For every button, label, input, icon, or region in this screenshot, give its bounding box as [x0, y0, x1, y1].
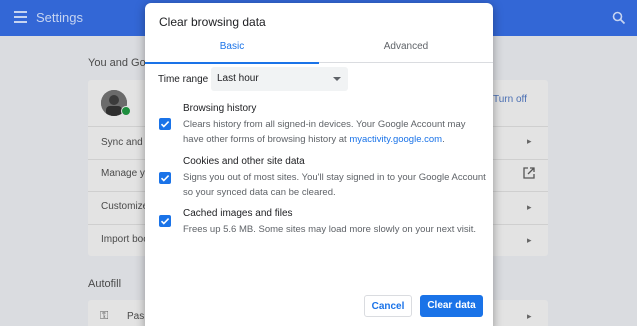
cookies-checkbox[interactable]	[159, 172, 171, 184]
time-range-select[interactable]: Last hour	[211, 67, 348, 91]
cancel-button[interactable]: Cancel	[364, 295, 412, 317]
chevron-down-icon	[333, 77, 341, 81]
option-title: Cached images and files	[183, 208, 293, 219]
dialog-title: Clear browsing data	[159, 15, 266, 29]
time-range-value: Last hour	[217, 73, 259, 84]
clear-browsing-data-dialog: Clear browsing data Basic Advanced Time …	[145, 3, 493, 326]
clear-data-button[interactable]: Clear data	[420, 295, 483, 317]
browsing-history-checkbox[interactable]	[159, 118, 171, 130]
chevron-right-icon: ▸	[527, 311, 532, 321]
turn-off-button[interactable]: Turn off	[493, 94, 527, 105]
option-description: Frees up 5.6 MB. Some sites may load mor…	[183, 224, 477, 235]
cached-images-checkbox[interactable]	[159, 215, 171, 227]
check-icon	[160, 175, 170, 182]
check-icon	[160, 218, 170, 225]
settings-row-manage[interactable]: Manage yo	[101, 168, 150, 179]
myactivity-link[interactable]: myactivity.google.com	[349, 134, 442, 145]
time-range-label: Time range	[158, 74, 209, 85]
menu-icon[interactable]	[14, 11, 27, 23]
page-title: Settings	[36, 10, 83, 25]
option-description: Signs you out of most sites. You'll stay…	[183, 172, 486, 198]
tab-active-indicator	[145, 62, 319, 64]
settings-row-passwords[interactable]: Pas	[127, 311, 144, 322]
search-icon[interactable]	[612, 11, 626, 25]
option-title: Browsing history	[183, 103, 257, 114]
check-icon	[160, 121, 170, 128]
tab-basic-label: Basic	[219, 41, 245, 52]
settings-row-customize[interactable]: Customize	[101, 201, 148, 212]
chevron-right-icon: ▸	[527, 202, 532, 212]
settings-row-import[interactable]: Import boo	[101, 234, 149, 245]
option-description: Clears history from all signed-in device…	[183, 119, 466, 145]
tab-advanced[interactable]: Advanced	[319, 33, 493, 63]
section-heading-autofill: Autofill	[88, 278, 122, 290]
chevron-right-icon: ▸	[527, 235, 532, 245]
chevron-right-icon: ▸	[527, 136, 532, 146]
option-title: Cookies and other site data	[183, 156, 305, 167]
section-heading-you: You and Goo	[88, 57, 152, 69]
external-link-icon[interactable]	[523, 167, 535, 179]
tab-advanced-label: Advanced	[383, 41, 429, 52]
sync-badge-icon	[121, 106, 131, 116]
tab-bar: Basic Advanced	[145, 33, 493, 64]
tab-basic[interactable]: Basic	[145, 33, 319, 64]
key-icon: ⚿	[100, 310, 109, 322]
